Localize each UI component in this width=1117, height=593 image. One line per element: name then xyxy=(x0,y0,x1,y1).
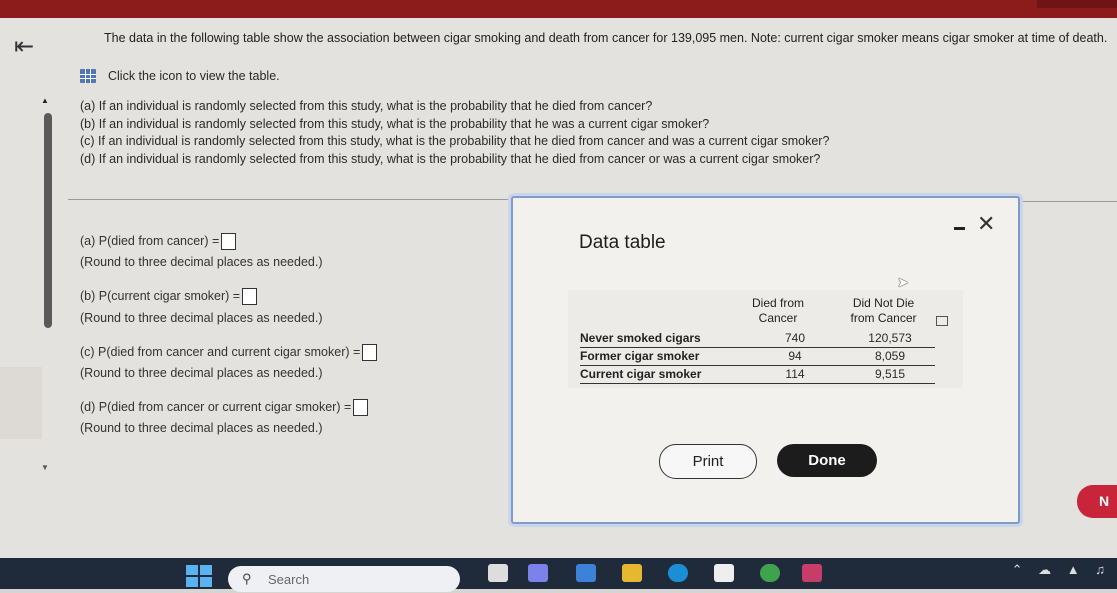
edge-icon[interactable] xyxy=(668,564,688,582)
table-row: Current cigar smoker 114 9,515 xyxy=(580,366,935,384)
answer-d-input[interactable] xyxy=(353,399,369,416)
answer-b-label: (b) P(current cigar smoker) = xyxy=(80,288,241,303)
scroll-down-icon[interactable]: ▼ xyxy=(41,463,49,472)
answer-d-label: (d) P(died from cancer or current cigar … xyxy=(80,399,352,414)
scroll-up-icon[interactable]: ▲ xyxy=(41,96,49,105)
col-died-line1: Died from xyxy=(751,296,804,310)
table-row: Never smoked cigars 740 120,573 xyxy=(580,330,935,348)
answer-d: (d) P(died from cancer or current cigar … xyxy=(80,399,369,416)
file-explorer-icon[interactable] xyxy=(622,564,642,582)
answer-b: (b) P(current cigar smoker) = xyxy=(80,288,258,305)
submit-area xyxy=(1037,0,1117,8)
question-b: (b) If an individual is randomly selecte… xyxy=(80,116,710,131)
back-arrow-icon[interactable]: ⇤ xyxy=(14,35,34,59)
row-notdied: 9,515 xyxy=(874,367,906,381)
data-table: Died from Cancer Did Not Die from Cancer… xyxy=(568,290,963,388)
row-label: Never smoked cigars xyxy=(580,331,701,345)
row-label: Current cigar smoker xyxy=(580,367,702,381)
row-died: 740 xyxy=(784,331,806,345)
question-a: (a) If an individual is randomly selecte… xyxy=(80,99,653,113)
close-icon[interactable]: ✕ xyxy=(977,213,995,235)
print-button[interactable]: Print xyxy=(659,444,757,479)
copy-icon[interactable] xyxy=(936,316,948,326)
question-d: (d) If an individual is randomly selecte… xyxy=(80,151,821,166)
question-list: (a) If an individual is randomly selecte… xyxy=(80,98,829,168)
answer-b-note: (Round to three decimal places as needed… xyxy=(80,311,323,325)
answer-c-input[interactable] xyxy=(362,344,378,361)
view-table-text: Click the icon to view the table. xyxy=(108,69,280,83)
app-icon[interactable] xyxy=(576,564,596,582)
answer-c-label: (c) P(died from cancer and current cigar… xyxy=(80,344,361,359)
col-notdied-header: Did Not Die from Cancer xyxy=(836,296,931,326)
answer-a: (a) P(died from cancer) = xyxy=(80,233,237,250)
problem-intro: The data in the following table show the… xyxy=(104,31,1108,45)
section-divider xyxy=(68,199,508,200)
answer-c-note: (Round to three decimal places as needed… xyxy=(80,366,323,380)
table-row: Former cigar smoker 94 8,059 xyxy=(580,348,935,366)
taskbar-search[interactable]: ⚲ Search xyxy=(228,566,460,592)
row-label: Former cigar smoker xyxy=(580,349,700,363)
answer-d-note: (Round to three decimal places as needed… xyxy=(80,421,323,435)
row-died: 114 xyxy=(785,367,805,381)
chrome-icon[interactable] xyxy=(760,564,780,582)
mouse-cursor-icon: ➤ xyxy=(897,274,909,290)
left-panel xyxy=(0,367,42,439)
dialog-title: Data table xyxy=(579,232,666,253)
teams-icon[interactable] xyxy=(528,564,548,582)
search-icon: ⚲ xyxy=(242,571,252,586)
system-tray[interactable]: ⌃ ☁ ▲ ♫ xyxy=(1012,562,1111,578)
search-placeholder: Search xyxy=(268,572,310,587)
scrollbar-thumb[interactable] xyxy=(44,113,52,328)
col-notdied-line1: Did Not Die xyxy=(852,296,915,310)
row-notdied: 120,573 xyxy=(868,331,912,345)
pinned-app-icon[interactable] xyxy=(802,564,822,582)
answer-b-input[interactable] xyxy=(242,288,258,305)
row-died: 94 xyxy=(788,349,802,363)
table-icon[interactable] xyxy=(80,69,96,83)
minimize-icon[interactable] xyxy=(954,227,965,230)
col-died-header: Died from Cancer xyxy=(738,296,818,326)
col-notdied-line2: from Cancer xyxy=(850,311,917,325)
col-died-line2: Cancer xyxy=(758,311,798,325)
question-c: (c) If an individual is randomly selecte… xyxy=(80,134,830,148)
next-button[interactable]: N xyxy=(1077,485,1117,518)
browser-top-bar xyxy=(0,0,1117,18)
section-divider-right xyxy=(1016,201,1117,202)
answer-a-note: (Round to three decimal places as needed… xyxy=(80,255,323,269)
answer-a-input[interactable] xyxy=(221,233,237,250)
store-icon[interactable] xyxy=(714,564,734,582)
taskbar: ⚲ Search ⌃ ☁ ▲ ♫ xyxy=(0,558,1117,592)
view-table-row[interactable]: Click the icon to view the table. xyxy=(80,69,280,83)
answer-a-label: (a) P(died from cancer) = xyxy=(80,233,220,248)
task-view-icon[interactable] xyxy=(488,564,508,582)
answer-c: (c) P(died from cancer and current cigar… xyxy=(80,344,378,361)
row-notdied: 8,059 xyxy=(874,349,906,363)
data-table-dialog: Data table ✕ Died from Cancer Did Not Di… xyxy=(511,196,1020,524)
done-button[interactable]: Done xyxy=(777,444,877,477)
windows-start-icon[interactable] xyxy=(186,565,212,587)
